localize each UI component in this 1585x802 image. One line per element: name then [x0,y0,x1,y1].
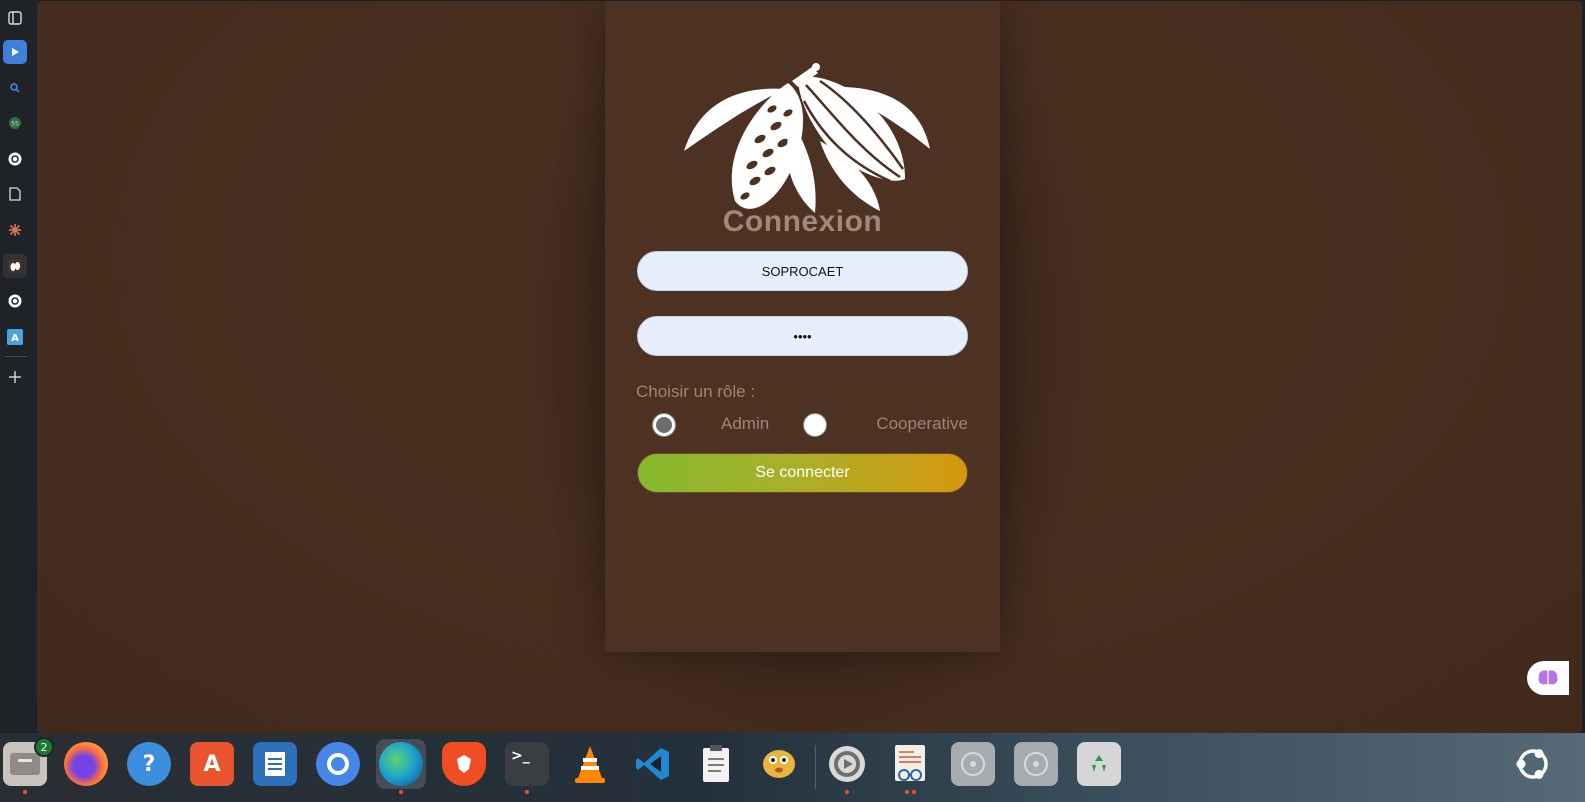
running-indicator [905,790,909,794]
brave-icon [442,742,486,786]
settings-app[interactable] [822,739,872,794]
login-button[interactable]: Se connecter [637,453,968,493]
sidebar-toggle-icon[interactable] [3,6,27,30]
app-center-icon: A [190,742,234,786]
role-label: Choisir un rôle : [636,382,756,401]
password-input[interactable] [637,316,968,356]
trash-app[interactable] [1074,739,1124,789]
play-icon[interactable] [3,40,27,64]
edge-icon [379,742,423,786]
cocoa-pods-logo [684,63,930,213]
terminal-icon: >_ [505,742,549,786]
dock-separator [815,745,816,789]
role-admin-radio[interactable] [652,413,676,437]
dock: 2 ? A >_ [0,733,1585,802]
help-icon: ? [127,742,171,786]
writer-app[interactable] [250,739,300,789]
vlc-icon [568,742,612,786]
cocoa-site-icon[interactable] [3,254,27,278]
edge-app[interactable] [376,739,426,794]
login-card: Connexion Choisir un rôle : Admin Cooper… [605,1,1000,652]
running-indicator [845,790,849,794]
vscode-app[interactable] [628,739,678,789]
document-icon[interactable] [3,182,27,206]
svg-text:A: A [11,333,19,344]
disc-icon [951,742,995,786]
openai-icon[interactable] [3,147,27,171]
role-cooperative-radio[interactable] [803,413,827,437]
disc-icon [1014,742,1058,786]
page-title: Connexion [722,205,883,238]
search-icon[interactable] [3,76,27,100]
writer-icon [253,742,297,786]
chromium-app[interactable] [313,739,363,789]
running-indicator [399,790,403,794]
vscode-icon [631,742,675,786]
running-indicator [525,790,529,794]
firefox-icon [64,742,108,786]
whatsapp-icon[interactable]: 55 [3,111,27,135]
firefox-app[interactable] [61,739,111,789]
username-input[interactable] [637,251,968,291]
ubuntu-menu-app[interactable] [1508,739,1558,789]
ubuntu-icon [1511,742,1555,786]
trash-icon [1077,742,1121,786]
disc-app-1[interactable] [948,739,998,789]
role-admin-label: Admin [721,414,770,433]
translate-icon[interactable]: A [3,325,27,349]
sidebar-divider [5,356,27,357]
brain-extension-icon[interactable] [1527,661,1569,695]
notes-icon [694,742,738,786]
openai-icon[interactable] [3,289,27,313]
add-icon[interactable] [3,365,27,389]
running-indicator [23,790,27,794]
settings-icon [825,742,869,786]
files-app[interactable]: 2 [0,737,54,794]
terminal-app[interactable]: >_ [502,739,552,794]
brave-app[interactable] [439,739,489,789]
disc-app-2[interactable] [1011,739,1061,789]
blowfish-icon [757,742,801,786]
role-cooperative-label: Cooperative [876,414,968,433]
page-viewport: Connexion Choisir un rôle : Admin Cooper… [38,1,1582,733]
browser-sidebar: 55 A [0,0,38,738]
notes-app[interactable] [691,739,741,789]
help-app[interactable]: ? [124,739,174,789]
document-viewer-icon [888,742,932,786]
document-viewer-app[interactable] [885,739,935,794]
vlc-app[interactable] [565,739,615,789]
running-indicator [912,790,916,794]
app-center-app[interactable]: A [187,739,237,789]
files-badge: 2 [34,737,54,757]
claude-icon[interactable] [3,218,27,242]
chromium-icon [316,742,360,786]
svg-text:55: 55 [11,121,19,128]
blowfish-app[interactable] [754,739,804,789]
